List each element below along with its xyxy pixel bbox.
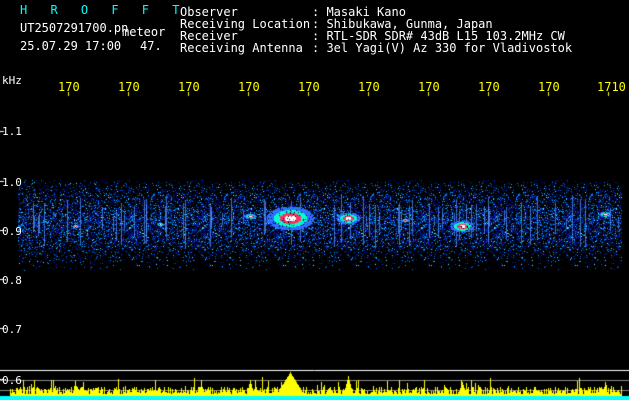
antenna-value: : 3el Yagi(V) Az 330 for Vladivostok xyxy=(312,41,573,55)
y-tick-label: 0.6 xyxy=(2,374,22,387)
mode-label: meteor xyxy=(122,25,166,39)
x-tick-label: 170 xyxy=(238,80,260,94)
x-tick-label: 170 xyxy=(58,80,80,94)
x-tick-label: 170 xyxy=(538,80,560,94)
datetime-label: 25.07.29 17:00 xyxy=(20,39,122,53)
x-tick-label: 170 xyxy=(298,80,320,94)
count-label: 47. xyxy=(140,39,162,53)
y-tick-label: 0.8 xyxy=(2,274,22,287)
x-tick-label: 1710 xyxy=(597,80,626,94)
filename-label: UT2507291700.pn xyxy=(20,21,129,35)
x-tick-label: 170 xyxy=(418,80,440,94)
spectrogram-canvas xyxy=(0,0,629,400)
y-tick-label: 1.1 xyxy=(2,125,22,138)
axis-unit-label: kHz xyxy=(2,74,22,87)
antenna-label: Receiving Antenna xyxy=(180,41,303,55)
x-tick-label: 170 xyxy=(478,80,500,94)
x-tick-label: 170 xyxy=(118,80,140,94)
y-tick-label: 0.7 xyxy=(2,323,22,336)
x-tick-label: 170 xyxy=(358,80,380,94)
y-tick-label: 0.9 xyxy=(2,225,22,238)
app-title: H R O F F T xyxy=(20,3,188,17)
x-tick-label: 170 xyxy=(178,80,200,94)
y-tick-label: 1.0 xyxy=(2,176,22,189)
